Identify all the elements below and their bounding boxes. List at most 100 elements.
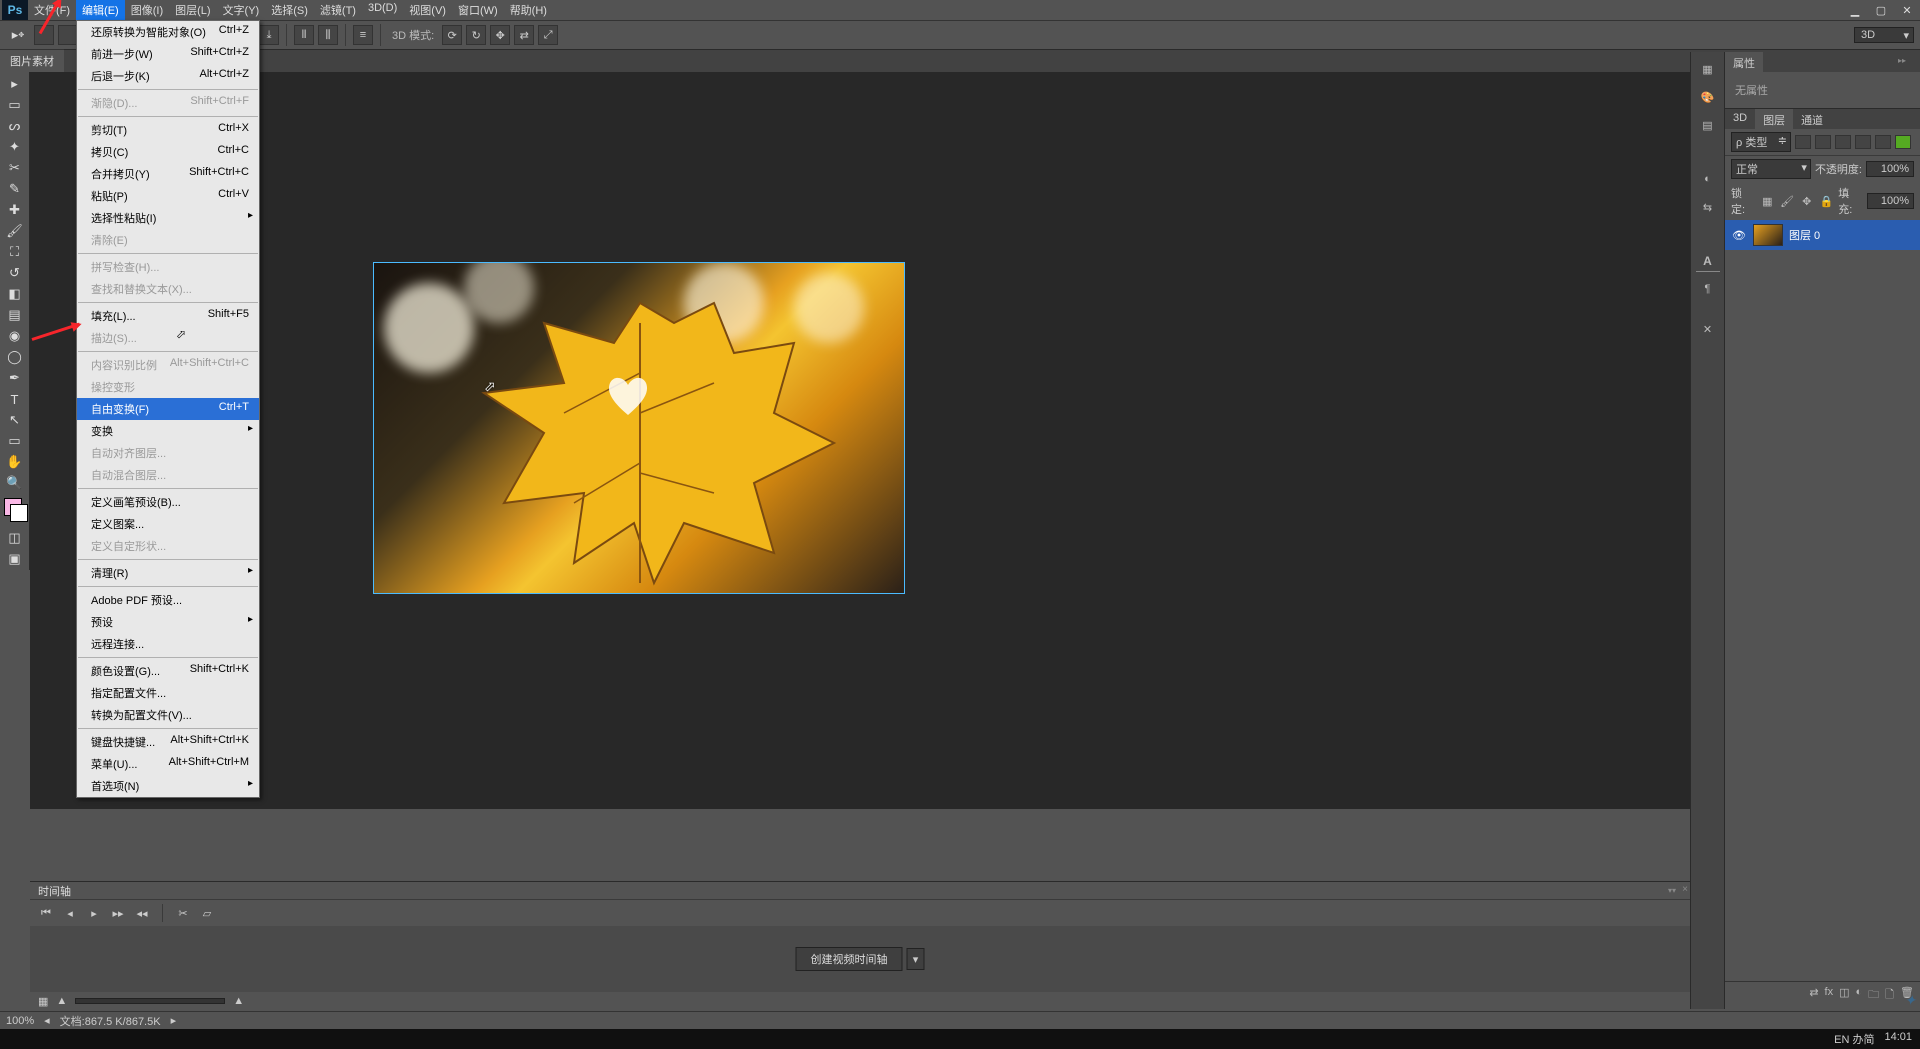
magic-wand-tool-icon[interactable]: ✦: [3, 137, 27, 157]
filter-adjust-icon[interactable]: [1815, 135, 1831, 149]
menu-item-键盘快捷键[interactable]: 键盘快捷键...Alt+Shift+Ctrl+K: [77, 731, 259, 753]
menu-item-指定配置文件[interactable]: 指定配置文件...: [77, 682, 259, 704]
shape-tool-icon[interactable]: ▭: [3, 431, 27, 451]
info-dropdown-icon[interactable]: ▸: [171, 1014, 177, 1027]
timeline-zoom-out-icon[interactable]: ▲: [56, 995, 67, 1007]
close-button[interactable]: ✕: [1894, 1, 1920, 19]
3d-pan-icon[interactable]: ✥: [490, 25, 510, 45]
canvas-area[interactable]: ⬀: [30, 72, 1690, 809]
timeline-zoom-in-icon[interactable]: ▲: [233, 995, 244, 1007]
layer-thumbnail[interactable]: [1753, 224, 1783, 246]
menu-item-AdobePDF预设[interactable]: Adobe PDF 预设...: [77, 589, 259, 611]
play-icon[interactable]: ▸: [86, 905, 102, 921]
document-tab[interactable]: 图片素材: [0, 49, 64, 72]
document-info[interactable]: 文档:867.5 K/867.5K: [60, 1013, 161, 1029]
create-timeline-dropdown[interactable]: ▾: [907, 948, 925, 970]
hand-tool-icon[interactable]: ✋: [3, 452, 27, 472]
stamp-tool-icon[interactable]: ⛶: [3, 242, 27, 262]
menu-item-定义画笔预设B[interactable]: 定义画笔预设(B)...: [77, 491, 259, 513]
screenmode-icon[interactable]: ▣: [3, 549, 27, 569]
menu-item-拷贝C[interactable]: 拷贝(C)Ctrl+C: [77, 141, 259, 163]
lock-transparent-icon[interactable]: ▦: [1760, 193, 1776, 209]
layer-mask-icon[interactable]: ◫: [1839, 986, 1849, 1005]
tab-channels[interactable]: 通道: [1793, 109, 1831, 129]
path-tool-icon[interactable]: ↖: [3, 410, 27, 430]
document-image[interactable]: ⬀: [373, 262, 905, 594]
collapse-icon[interactable]: ▾▾: [1668, 886, 1676, 895]
panel-close-icon[interactable]: ×: [1682, 884, 1688, 895]
paragraph-panel-icon[interactable]: ¶: [1696, 278, 1720, 300]
color-panel-icon[interactable]: 🎨: [1696, 86, 1720, 108]
menu-item-转换为配置文件V[interactable]: 转换为配置文件(V)...: [77, 704, 259, 726]
zoom-dropdown-icon[interactable]: ◂: [44, 1014, 50, 1027]
menu-item-前进一步W[interactable]: 前进一步(W)Shift+Ctrl+Z: [77, 43, 259, 65]
current-tool-icon[interactable]: ▸✥: [6, 25, 30, 45]
menu-滤镜[interactable]: 滤镜(T): [314, 0, 362, 21]
3d-scale-icon[interactable]: ⤢: [538, 25, 558, 45]
menu-item-定义图案[interactable]: 定义图案...: [77, 513, 259, 535]
minimize-button[interactable]: ▁: [1842, 1, 1868, 19]
filter-toggle[interactable]: [1895, 135, 1911, 149]
tab-3d[interactable]: 3D: [1725, 109, 1755, 129]
visibility-toggle-icon[interactable]: 👁: [1731, 227, 1747, 243]
menu-3d[interactable]: 3D(D): [362, 0, 403, 21]
menu-item-剪切T[interactable]: 剪切(T)Ctrl+X: [77, 119, 259, 141]
swatches-panel-icon[interactable]: ▤: [1696, 114, 1720, 136]
menu-图层[interactable]: 图层(L): [169, 0, 216, 21]
group-icon[interactable]: 🗀: [1868, 986, 1879, 1005]
menu-图像[interactable]: 图像(I): [125, 0, 169, 21]
menu-item-填充L[interactable]: 填充(L)...Shift+F5: [77, 305, 259, 327]
adjustments-panel-icon[interactable]: ◐: [1696, 168, 1720, 190]
move-tool-icon[interactable]: ▸: [3, 74, 27, 94]
menu-item-选择性粘贴I[interactable]: 选择性粘贴(I): [77, 207, 259, 229]
3d-slide-icon[interactable]: ⇄: [514, 25, 534, 45]
blend-mode-select[interactable]: 正常▾: [1731, 159, 1811, 179]
link-layers-icon[interactable]: ⇄: [1809, 986, 1818, 1005]
timeline-options-icon[interactable]: ▦: [38, 995, 48, 1008]
lasso-tool-icon[interactable]: ᔕ: [3, 116, 27, 136]
layer-filter-type[interactable]: ρ 类型 ≑: [1731, 132, 1791, 152]
layer-row[interactable]: 👁 图层 0: [1725, 220, 1920, 250]
delete-layer-icon[interactable]: 🗑: [1900, 986, 1914, 1005]
menu-编辑[interactable]: 编辑(E): [76, 0, 125, 21]
filter-type-icon[interactable]: [1835, 135, 1851, 149]
new-layer-icon[interactable]: 🗋: [1885, 986, 1894, 1005]
menu-item-首选项N[interactable]: 首选项(N): [77, 775, 259, 797]
blur-tool-icon[interactable]: ◉: [3, 326, 27, 346]
distribute-h-icon[interactable]: ⫴: [294, 25, 314, 45]
menu-item-后退一步K[interactable]: 后退一步(K)Alt+Ctrl+Z: [77, 65, 259, 87]
prev-frame-icon[interactable]: ◂: [62, 905, 78, 921]
dodge-tool-icon[interactable]: ◯: [3, 347, 27, 367]
lock-pixels-icon[interactable]: 🖌: [1779, 193, 1795, 209]
collapse-icon[interactable]: ▸▸: [1898, 56, 1906, 65]
workspace-dropdown[interactable]: 3D▾: [1854, 27, 1914, 43]
menu-item-变换[interactable]: 变换: [77, 420, 259, 442]
menu-item-自由变换F[interactable]: 自由变换(F)Ctrl+T: [77, 398, 259, 420]
character-panel-icon[interactable]: A: [1696, 250, 1720, 272]
opacity-input[interactable]: 100%: [1866, 161, 1914, 177]
filter-smart-icon[interactable]: [1875, 135, 1891, 149]
menu-item-远程连接[interactable]: 远程连接...: [77, 633, 259, 655]
timeline-tab[interactable]: 时间轴: [38, 883, 71, 899]
history-brush-tool-icon[interactable]: ↺: [3, 263, 27, 283]
3d-orbit-icon[interactable]: ⟳: [442, 25, 462, 45]
filter-pixel-icon[interactable]: [1795, 135, 1811, 149]
lock-all-icon[interactable]: 🔒: [1819, 193, 1835, 209]
3d-roll-icon[interactable]: ↻: [466, 25, 486, 45]
zoom-level[interactable]: 100%: [6, 1015, 34, 1027]
fill-input[interactable]: 100%: [1867, 193, 1914, 209]
transition-icon[interactable]: ▱: [199, 905, 215, 921]
eraser-tool-icon[interactable]: ◧: [3, 284, 27, 304]
distribute-more-icon[interactable]: ≡: [353, 25, 373, 45]
type-tool-icon[interactable]: T: [3, 389, 27, 409]
layer-name-label[interactable]: 图层 0: [1789, 227, 1820, 243]
menu-选择[interactable]: 选择(S): [265, 0, 314, 21]
quickmask-icon[interactable]: ◫: [3, 528, 27, 548]
marquee-tool-icon[interactable]: ▭: [3, 95, 27, 115]
menu-item-合并拷贝Y[interactable]: 合并拷贝(Y)Shift+Ctrl+C: [77, 163, 259, 185]
menu-item-粘贴P[interactable]: 粘贴(P)Ctrl+V: [77, 185, 259, 207]
menu-item-预设[interactable]: 预设: [77, 611, 259, 633]
ime-indicator[interactable]: EN 办简: [1834, 1031, 1874, 1047]
tab-layers[interactable]: 图层: [1755, 109, 1793, 129]
layer-fx-icon[interactable]: fx: [1825, 986, 1834, 1005]
